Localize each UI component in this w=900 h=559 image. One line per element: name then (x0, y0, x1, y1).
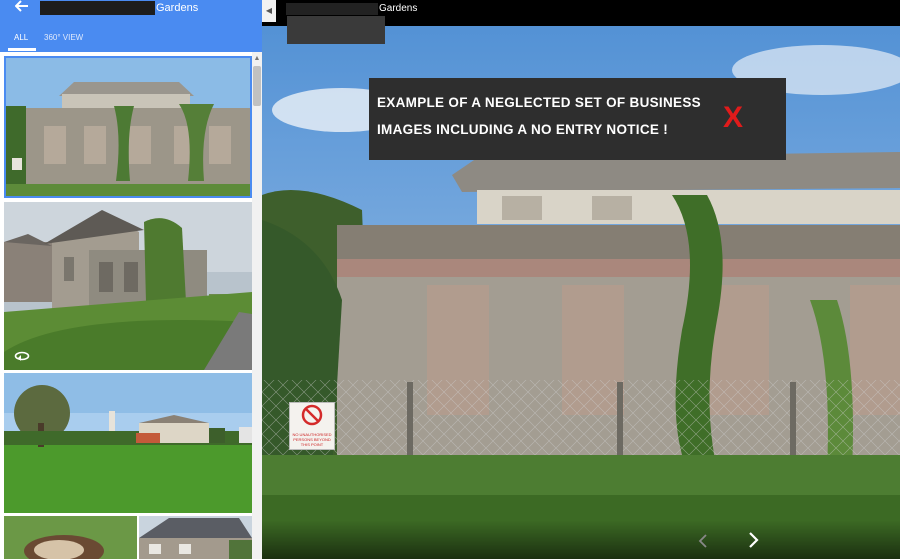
panel-header: Gardens ALL 360° VIEW (0, 0, 262, 52)
photo-viewer[interactable]: NO UNAUTHORISED PERSONS BEYOND THIS POIN… (262, 0, 900, 559)
collapse-panel-button[interactable]: ◀ (262, 0, 276, 22)
photo-thumbnail-grounds[interactable] (4, 373, 252, 513)
chevron-right-icon (749, 532, 759, 548)
active-tab-indicator (8, 48, 36, 51)
annotation-box: EXAMPLE OF A NEGLECTED SET OF BUSINESS I… (369, 78, 786, 160)
photo-thumbnail-360-building[interactable] (4, 202, 252, 370)
panel-title: Gardens (156, 2, 199, 14)
360-rotate-icon (14, 351, 30, 361)
annotation-line-1: EXAMPLE OF A NEGLECTED SET OF BUSINESS (377, 95, 701, 110)
scrollbar-thumb[interactable] (253, 66, 261, 106)
redacted-title-block (40, 1, 155, 15)
annotation-x-mark: X (723, 101, 744, 134)
no-entry-sign: NO UNAUTHORISED PERSONS BEYOND THIS POIN… (289, 402, 335, 450)
next-photo-button[interactable] (748, 532, 760, 553)
arrow-left-icon (14, 0, 28, 12)
viewer-title: Gardens (379, 3, 418, 14)
tab-all[interactable]: ALL (14, 33, 28, 43)
redacted-subtitle-block (287, 16, 385, 44)
photo-thumbnail-cottage[interactable] (139, 516, 252, 559)
animal-photo-image (4, 516, 137, 559)
scroll-up-arrow-icon[interactable]: ▲ (252, 54, 262, 64)
photo-thumbnail-building-front[interactable] (4, 56, 252, 198)
tab-360-view[interactable]: 360° VIEW (44, 33, 83, 43)
photo-thumbnail-animal[interactable] (4, 516, 137, 559)
previous-photo-button[interactable] (698, 534, 708, 552)
chevron-left-icon (698, 534, 707, 548)
photosphere-image (4, 202, 252, 370)
photo-side-panel: Gardens ALL 360° VIEW ▲ (0, 0, 262, 559)
redacted-viewer-title-block (286, 3, 378, 15)
thumbnail-scrollbar[interactable]: ▲ (252, 52, 262, 559)
no-entry-symbol-icon (301, 404, 323, 426)
annotation-line-2: IMAGES INCLUDING A NO ENTRY NOTICE ! (377, 122, 669, 137)
bottom-gradient (262, 520, 900, 559)
cottage-photo-image (139, 516, 252, 559)
sign-text: NO UNAUTHORISED PERSONS BEYOND THIS POIN… (292, 432, 332, 447)
building-photo-image (4, 56, 252, 198)
back-button[interactable] (10, 0, 34, 16)
grounds-photo-image (4, 373, 252, 513)
